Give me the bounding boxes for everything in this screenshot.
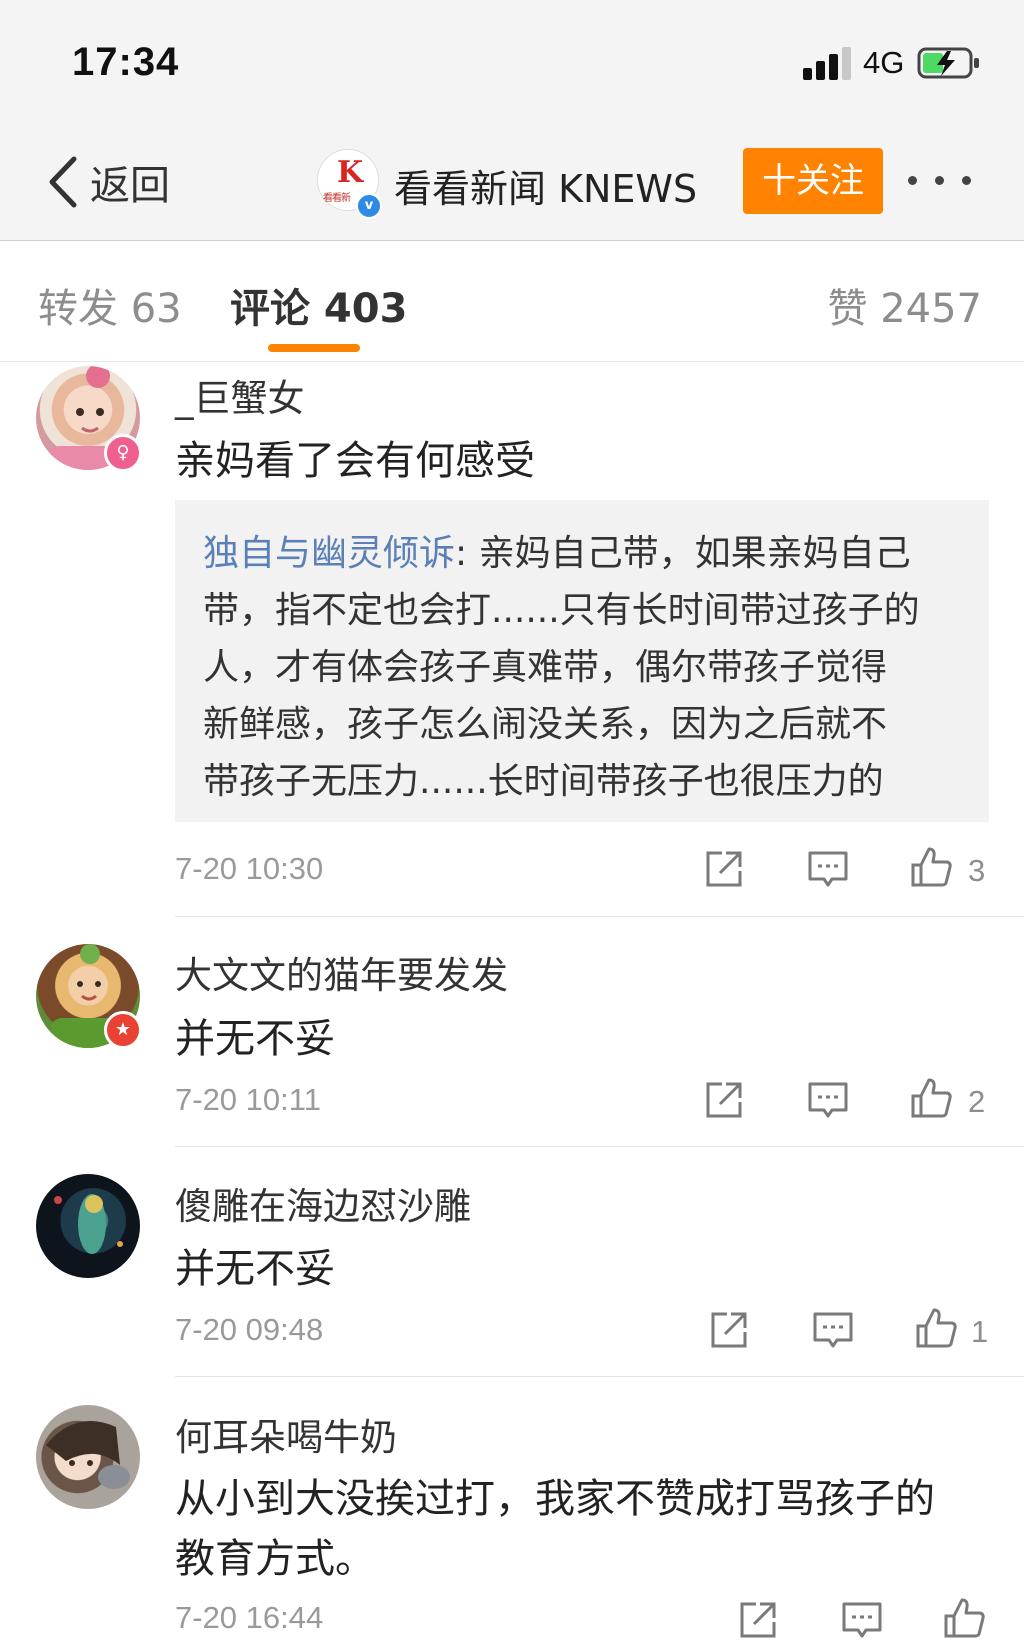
active-tab-indicator <box>268 344 360 352</box>
comment-divider <box>175 916 1024 917</box>
comment-text: 并无不妥 <box>175 1016 335 1062</box>
share-icon[interactable] <box>707 1308 751 1352</box>
reply-text: 人，才有体会孩子真难带，偶尔带孩子觉得 <box>203 647 888 688</box>
chevron-left-icon <box>49 156 77 208</box>
network-type: 4G <box>863 45 905 80</box>
thumbs-up-icon[interactable] <box>909 1076 953 1120</box>
tab-repost[interactable]: 转发 63 <box>38 276 182 334</box>
back-label: 返回 <box>90 163 170 209</box>
tab-comments[interactable]: 评论 403 <box>230 276 407 334</box>
comment-text: 从小到大没挨过打，我家不赞成打骂孩子的 <box>175 1476 935 1522</box>
back-button[interactable]: 返回 <box>46 150 170 214</box>
share-icon[interactable] <box>702 847 746 891</box>
share-icon[interactable] <box>736 1598 780 1642</box>
reply-box[interactable]: 独自与幽灵倾诉: 亲妈自己带，如果亲妈自己 带，指不定也会打......只有长时… <box>175 500 989 822</box>
comment-divider <box>175 1146 1024 1147</box>
comment-text: 教育方式。 <box>175 1536 375 1582</box>
avatar[interactable] <box>36 1405 140 1509</box>
reply-icon[interactable] <box>840 1598 884 1642</box>
comment-time: 7-20 09:48 <box>175 1312 324 1347</box>
thumbs-up-icon[interactable] <box>914 1306 958 1350</box>
comment-username[interactable]: 大文文的猫年要发发 <box>175 945 508 999</box>
reply-text: : 亲妈自己带，如果亲妈自己 <box>455 533 911 574</box>
comment-text: 亲妈看了会有何感受 <box>175 438 535 484</box>
comment-text: 并无不妥 <box>175 1246 335 1292</box>
reply-text: 带，指不定也会打......只有长时间带过孩子的 <box>203 590 920 631</box>
reply-text: 新鲜感，孩子怎么闹没关系，因为之后就不 <box>203 704 888 745</box>
status-time: 17:34 <box>72 40 180 84</box>
logo-subtext: 看看新 <box>323 193 351 204</box>
reply-line: 独自与幽灵倾诉: 亲妈自己带，如果亲妈自己 <box>203 524 911 576</box>
signal-icon <box>803 46 853 80</box>
reply-icon[interactable] <box>806 1078 850 1122</box>
reply-text: 带孩子无压力......长时间带孩子也很压力的 <box>203 761 884 802</box>
comment-username[interactable]: _巨蟹女 <box>175 368 305 422</box>
reply-username[interactable]: 独自与幽灵倾诉 <box>203 533 455 574</box>
member-badge-icon: ♀ <box>104 434 142 472</box>
reply-icon[interactable] <box>806 847 850 891</box>
verified-badge-icon: v <box>356 193 382 219</box>
like-count: 1 <box>971 1314 989 1349</box>
avatar[interactable] <box>36 1174 140 1278</box>
like-count: 3 <box>968 853 986 888</box>
tab-likes[interactable]: 赞 2457 <box>827 276 982 334</box>
tab-bar: 转发 63 评论 403 赞 2457 <box>0 241 1024 362</box>
parrot-avatar-image <box>54 1194 123 1254</box>
follow-button[interactable]: 十关注 <box>743 148 883 214</box>
comment-time: 7-20 10:30 <box>175 851 324 886</box>
battery-charging-icon <box>917 47 979 79</box>
thumbs-up-icon[interactable] <box>909 845 953 889</box>
comment-divider <box>175 1376 1024 1377</box>
comment-username[interactable]: 何耳朵喝牛奶 <box>175 1407 397 1461</box>
comment-time: 7-20 10:11 <box>175 1082 321 1117</box>
comment-username[interactable]: 傻雕在海边怼沙雕 <box>175 1176 471 1230</box>
woman-avatar-image <box>46 1421 130 1489</box>
reply-icon[interactable] <box>811 1308 855 1352</box>
thumbs-up-icon[interactable] <box>942 1596 986 1640</box>
like-count: 2 <box>968 1084 986 1119</box>
more-options-icon[interactable] <box>904 160 976 200</box>
share-icon[interactable] <box>702 1078 746 1122</box>
vip-badge-icon: ★ <box>104 1011 142 1049</box>
logo-letter: K <box>337 155 364 190</box>
account-name[interactable]: 看看新闻 KNEWS <box>394 158 697 213</box>
